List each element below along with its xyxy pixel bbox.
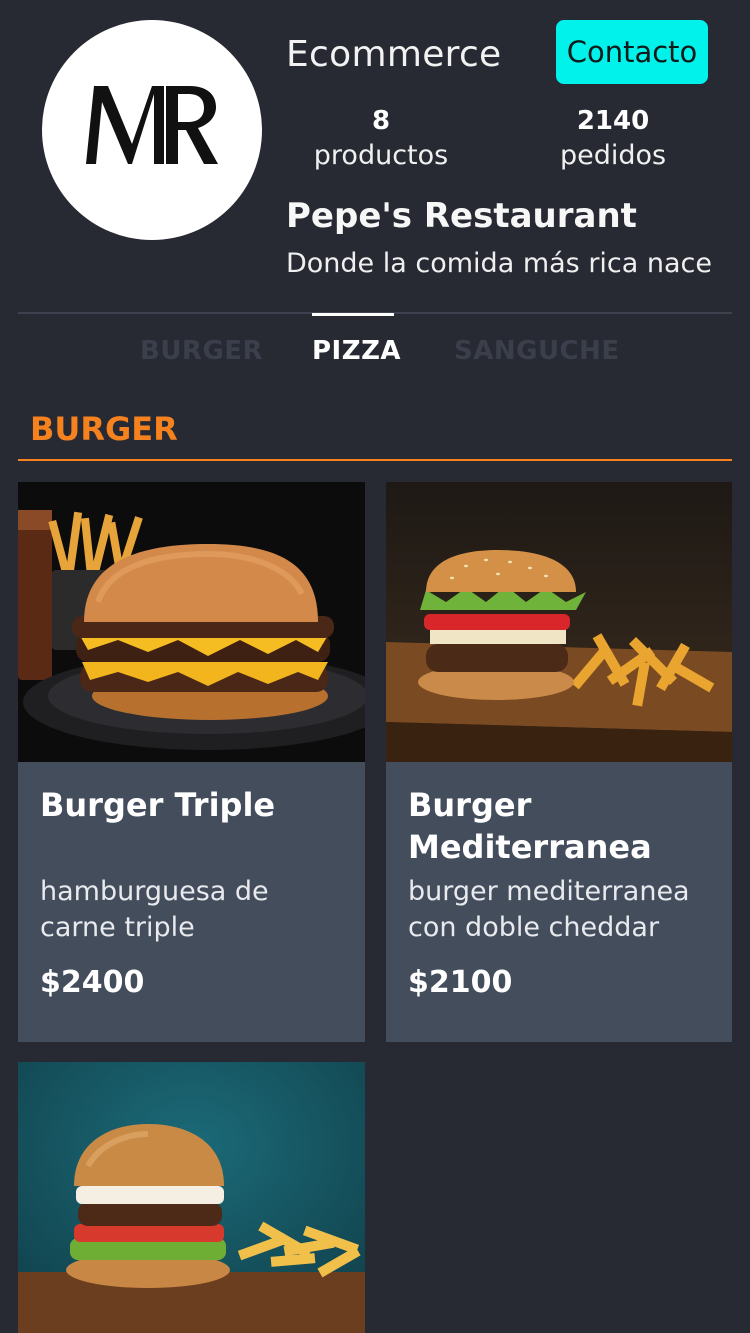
store-name: Pepe's Restaurant: [286, 196, 637, 236]
product-name: Burger Triple: [40, 786, 276, 824]
store-label: Ecommerce: [286, 34, 502, 75]
contact-button[interactable]: Contacto: [556, 20, 708, 84]
section-title: BURGER: [30, 410, 178, 448]
product-card[interactable]: Burger Mediterranea burger mediterranea …: [386, 482, 732, 1042]
store-tagline: Donde la comida más rica nace: [286, 248, 713, 279]
product-name: Burger Mediterranea: [408, 786, 652, 866]
product-price: $2400: [40, 965, 145, 1000]
store-page: Ecommerce Contacto 8 productos 2140 pedi…: [0, 0, 750, 1333]
product-image: [18, 1062, 365, 1333]
product-image: [386, 482, 732, 762]
product-image: [18, 482, 365, 762]
product-description: burger mediterranea con doble cheddar: [408, 876, 690, 943]
section-divider: [18, 459, 732, 461]
tab-burger[interactable]: BURGER: [140, 336, 263, 366]
product-price: $2100: [408, 965, 513, 1000]
tab-sanguche[interactable]: SANGUCHE: [454, 336, 620, 366]
orders-count: 2140: [576, 106, 650, 136]
products-count: 8: [371, 106, 391, 136]
tab-pizza[interactable]: PIZZA: [312, 336, 401, 366]
orders-label: pedidos: [559, 140, 667, 171]
product-card[interactable]: [18, 1062, 365, 1333]
mr-logo-icon: [86, 86, 218, 164]
products-stat: 8 productos: [281, 104, 481, 174]
active-tab-indicator: [312, 313, 394, 316]
product-card[interactable]: Burger Triple hamburguesa de carne tripl…: [18, 482, 365, 1042]
product-description: hamburguesa de carne triple: [40, 876, 269, 943]
store-logo: [42, 20, 262, 240]
orders-stat: 2140 pedidos: [513, 104, 713, 174]
products-label: productos: [313, 140, 449, 171]
